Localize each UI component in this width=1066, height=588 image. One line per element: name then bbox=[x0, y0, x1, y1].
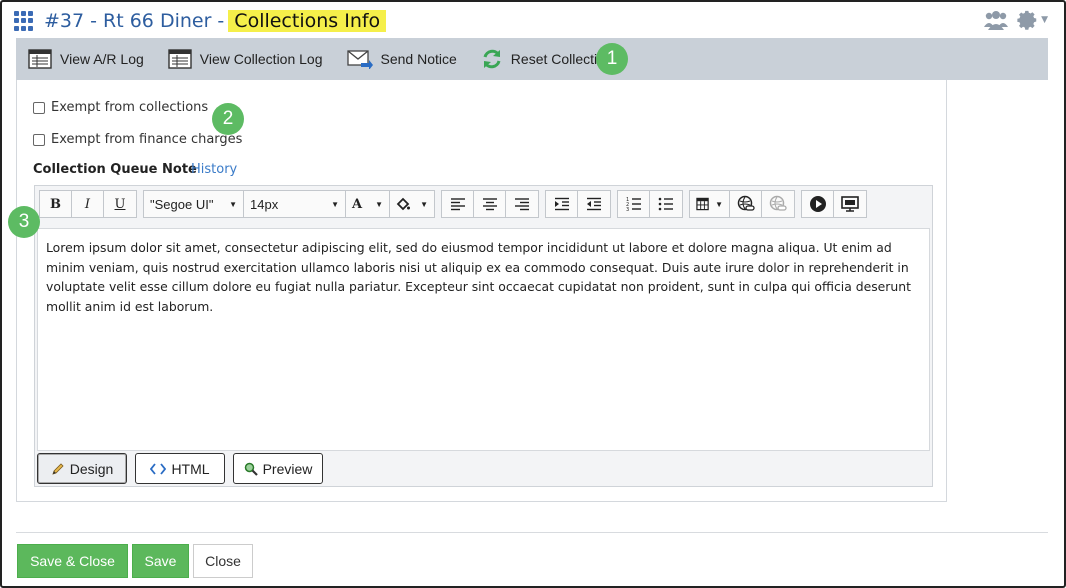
apps-grid-icon[interactable] bbox=[14, 11, 34, 31]
remove-link-button[interactable] bbox=[762, 191, 794, 217]
callout-badge-3: 3 bbox=[8, 206, 40, 238]
link-globe-icon bbox=[737, 195, 755, 211]
magnifier-icon bbox=[244, 462, 258, 476]
insert-group: ▼ bbox=[689, 190, 795, 218]
pencil-icon bbox=[52, 462, 64, 475]
design-mode-tab[interactable]: Design bbox=[37, 453, 127, 484]
align-right-icon bbox=[515, 198, 529, 211]
save-button[interactable]: Save bbox=[132, 544, 189, 578]
chevron-down-icon: ▼ bbox=[229, 199, 237, 209]
users-icon[interactable] bbox=[983, 8, 1009, 32]
exempt-collections-label: Exempt from collections bbox=[51, 100, 209, 115]
close-button[interactable]: Close bbox=[193, 544, 253, 578]
align-center-button[interactable] bbox=[474, 191, 506, 217]
align-right-button[interactable] bbox=[506, 191, 538, 217]
title-prefix: #37 - Rt 66 Diner - bbox=[44, 10, 225, 32]
refresh-icon bbox=[483, 49, 501, 69]
svg-text:3: 3 bbox=[626, 207, 629, 212]
exempt-collections-checkbox[interactable] bbox=[33, 101, 45, 114]
log-table-icon bbox=[28, 49, 52, 69]
indent-group bbox=[545, 190, 611, 218]
align-center-icon bbox=[482, 198, 497, 211]
callout-badge-2: 2 bbox=[212, 103, 244, 135]
view-ar-log-button[interactable]: View A/R Log bbox=[28, 49, 144, 69]
preview-mode-tab[interactable]: Preview bbox=[233, 453, 323, 484]
monitor-icon bbox=[841, 196, 859, 212]
send-notice-label: Send Notice bbox=[380, 51, 457, 67]
history-link[interactable]: History bbox=[191, 162, 237, 177]
ordered-list-button[interactable]: 123 bbox=[618, 191, 650, 217]
bullet-list-icon bbox=[658, 197, 673, 211]
page-title: #37 - Rt 66 Diner - Collections Info bbox=[44, 10, 387, 32]
page-header: #37 - Rt 66 Diner - Collections Info bbox=[14, 7, 387, 35]
action-toolbar: View A/R Log View Collection Log Send No… bbox=[16, 38, 1048, 80]
exempt-finance-checkbox[interactable] bbox=[33, 133, 45, 146]
send-notice-button[interactable]: Send Notice bbox=[346, 49, 457, 69]
insert-flash-button[interactable] bbox=[834, 191, 866, 217]
insert-media-button[interactable] bbox=[802, 191, 834, 217]
media-group bbox=[801, 190, 867, 218]
chevron-down-icon: ▼ bbox=[420, 199, 428, 209]
font-family-select[interactable]: "Segoe UI" ▼ bbox=[144, 191, 244, 217]
header-actions: ▼ bbox=[983, 8, 1048, 32]
ordered-list-icon: 123 bbox=[626, 197, 641, 212]
exempt-finance-label: Exempt from finance charges bbox=[51, 132, 243, 147]
font-group: "Segoe UI" ▼ 14px ▼ A ▼ ▼ bbox=[143, 190, 435, 218]
gear-icon bbox=[1017, 10, 1037, 30]
view-ar-log-label: View A/R Log bbox=[60, 51, 144, 67]
chevron-down-icon: ▼ bbox=[375, 199, 383, 209]
font-size-select[interactable]: 14px ▼ bbox=[244, 191, 346, 217]
paint-bucket-icon bbox=[396, 197, 410, 211]
save-close-button[interactable]: Save & Close bbox=[17, 544, 128, 578]
view-collection-log-label: View Collection Log bbox=[199, 51, 323, 67]
list-group: 123 bbox=[617, 190, 683, 218]
highlight-color-button[interactable]: ▼ bbox=[390, 191, 434, 217]
log-table-icon bbox=[168, 49, 192, 69]
indent-icon bbox=[554, 197, 569, 211]
font-family-value: "Segoe UI" bbox=[150, 196, 214, 212]
outdent-icon bbox=[587, 197, 601, 211]
font-size-value: 14px bbox=[250, 196, 279, 212]
indent-button[interactable] bbox=[546, 191, 578, 217]
exempt-finance-option: Exempt from finance charges bbox=[33, 132, 242, 147]
title-highlight: Collections Info bbox=[228, 10, 387, 32]
editor-mode-tabs: Design HTML Preview bbox=[37, 453, 323, 484]
chevron-down-icon: ▼ bbox=[331, 199, 339, 209]
unordered-list-button[interactable] bbox=[650, 191, 682, 217]
footer-divider bbox=[16, 532, 1048, 533]
bold-button[interactable]: B bbox=[40, 191, 72, 217]
html-mode-tab[interactable]: HTML bbox=[135, 453, 225, 484]
text-style-group: B I U bbox=[39, 190, 137, 218]
editor-content-area[interactable]: Lorem ipsum dolor sit amet, consectetur … bbox=[37, 228, 930, 451]
design-mode-label: Design bbox=[69, 460, 114, 477]
chevron-down-icon: ▼ bbox=[715, 199, 723, 209]
callout-badge-1: 1 bbox=[596, 43, 628, 75]
underline-button[interactable]: U bbox=[104, 191, 136, 217]
font-color-icon: A bbox=[352, 196, 363, 212]
envelope-send-icon bbox=[346, 50, 373, 69]
chevron-down-icon: ▼ bbox=[1041, 15, 1048, 25]
unlink-globe-icon bbox=[769, 195, 787, 211]
preview-mode-label: Preview bbox=[262, 460, 313, 477]
alignment-group bbox=[441, 190, 539, 218]
insert-link-button[interactable] bbox=[730, 191, 762, 217]
insert-table-button[interactable]: ▼ bbox=[690, 191, 730, 217]
view-collection-log-button[interactable]: View Collection Log bbox=[168, 49, 323, 69]
play-circle-icon bbox=[809, 196, 826, 212]
exempt-collections-option: Exempt from collections bbox=[33, 100, 208, 115]
font-color-button[interactable]: A ▼ bbox=[346, 191, 390, 217]
collections-panel: Exempt from collections Exempt from fina… bbox=[16, 80, 947, 502]
rich-text-editor: B I U "Segoe UI" ▼ 14px ▼ A ▼ ▼ 1 2 3 ▼ … bbox=[34, 185, 933, 487]
outdent-button[interactable] bbox=[578, 191, 610, 217]
editor-toolbar: B I U "Segoe UI" ▼ 14px ▼ A ▼ ▼ 1 2 3 ▼ bbox=[39, 190, 873, 218]
align-left-button[interactable] bbox=[442, 191, 474, 217]
table-icon bbox=[696, 197, 709, 211]
italic-button[interactable]: I bbox=[72, 191, 104, 217]
settings-menu[interactable]: ▼ bbox=[1017, 9, 1048, 31]
code-icon bbox=[150, 462, 167, 475]
note-section-label: Collection Queue Note bbox=[33, 162, 197, 177]
align-left-icon bbox=[450, 198, 465, 211]
html-mode-label: HTML bbox=[171, 460, 210, 477]
